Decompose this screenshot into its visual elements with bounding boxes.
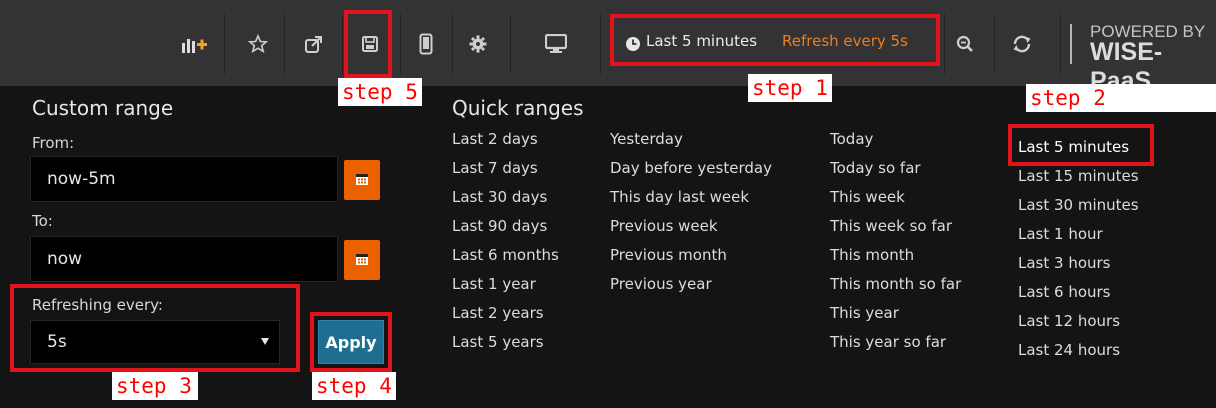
quick-range-item[interactable]: Last 30 minutes bbox=[1018, 196, 1139, 225]
calendar-icon bbox=[355, 171, 369, 190]
quick-range-item[interactable]: Last 12 hours bbox=[1018, 312, 1139, 341]
share-icon[interactable] bbox=[300, 24, 328, 64]
quick-range-item[interactable]: Last 24 hours bbox=[1018, 341, 1139, 370]
quick-range-item[interactable]: Last 6 hours bbox=[1018, 283, 1139, 312]
quick-range-item[interactable]: Last 6 months bbox=[452, 246, 559, 275]
quick-range-item[interactable]: Last 90 days bbox=[452, 217, 559, 246]
quick-range-item[interactable]: Last 1 year bbox=[452, 275, 559, 304]
to-label: To: bbox=[32, 212, 53, 230]
brand-divider bbox=[1070, 24, 1072, 64]
quick-range-item[interactable]: This week so far bbox=[830, 217, 961, 246]
quick-range-item[interactable]: Today bbox=[830, 130, 961, 159]
quick-range-item[interactable]: Last 5 years bbox=[452, 333, 559, 362]
quick-range-item[interactable]: Previous week bbox=[610, 217, 772, 246]
quick-range-item[interactable]: Last 2 years bbox=[452, 304, 559, 333]
quick-range-item[interactable]: Last 1 hour bbox=[1018, 225, 1139, 254]
from-input[interactable]: now-5m bbox=[30, 156, 338, 202]
quick-range-item[interactable]: Previous month bbox=[610, 246, 772, 275]
quick-ranges-title: Quick ranges bbox=[452, 96, 584, 120]
quick-ranges-column-4: Last 5 minutes Last 15 minutes Last 30 m… bbox=[1018, 138, 1139, 370]
step5-label: step 5 bbox=[338, 78, 422, 106]
step4-label: step 4 bbox=[312, 372, 396, 400]
quick-range-item[interactable]: Today so far bbox=[830, 159, 961, 188]
quick-range-item[interactable]: Last 30 days bbox=[452, 188, 559, 217]
step2-highlight bbox=[1008, 124, 1154, 166]
step3-label: step 3 bbox=[112, 372, 198, 400]
quick-range-item[interactable]: Previous year bbox=[610, 275, 772, 304]
quick-range-item[interactable]: This month bbox=[830, 246, 961, 275]
quick-range-item[interactable]: Last 15 minutes bbox=[1018, 167, 1139, 196]
quick-range-item[interactable]: Last 3 hours bbox=[1018, 254, 1139, 283]
quick-range-item[interactable]: This year bbox=[830, 304, 961, 333]
quick-range-item[interactable]: Last 7 days bbox=[452, 159, 559, 188]
quick-range-item[interactable]: Yesterday bbox=[610, 130, 772, 159]
refresh-icon[interactable] bbox=[1008, 24, 1036, 64]
add-panel-icon[interactable] bbox=[176, 24, 212, 64]
step1-highlight bbox=[610, 14, 940, 66]
star-icon[interactable] bbox=[244, 24, 272, 64]
quick-range-item[interactable]: Day before yesterday bbox=[610, 159, 772, 188]
step4-highlight bbox=[310, 312, 392, 372]
step2-label: step 2 bbox=[1026, 84, 1216, 112]
quick-range-item[interactable]: This month so far bbox=[830, 275, 961, 304]
to-calendar-button[interactable] bbox=[344, 240, 380, 280]
to-input[interactable]: now bbox=[30, 236, 338, 282]
quick-range-item[interactable]: This day last week bbox=[610, 188, 772, 217]
quick-ranges-column-2: Yesterday Day before yesterday This day … bbox=[610, 130, 772, 304]
from-label: From: bbox=[32, 134, 75, 152]
quick-ranges-column-1: Last 2 days Last 7 days Last 30 days Las… bbox=[452, 130, 559, 362]
zoom-out-icon[interactable] bbox=[952, 24, 978, 64]
custom-range-title: Custom range bbox=[32, 96, 174, 120]
step3-highlight bbox=[10, 284, 300, 372]
step1-label: step 1 bbox=[748, 74, 832, 102]
quick-range-item[interactable]: This year so far bbox=[830, 333, 961, 362]
quick-range-item[interactable]: Last 2 days bbox=[452, 130, 559, 159]
gear-icon[interactable] bbox=[466, 24, 490, 64]
quick-range-item[interactable]: This week bbox=[830, 188, 961, 217]
monitor-icon[interactable] bbox=[540, 24, 572, 64]
quick-ranges-column-3: Today Today so far This week This week s… bbox=[830, 130, 961, 362]
calendar-icon bbox=[355, 251, 369, 270]
step5-highlight bbox=[344, 10, 392, 78]
from-calendar-button[interactable] bbox=[344, 160, 380, 200]
mobile-icon[interactable] bbox=[414, 24, 438, 64]
